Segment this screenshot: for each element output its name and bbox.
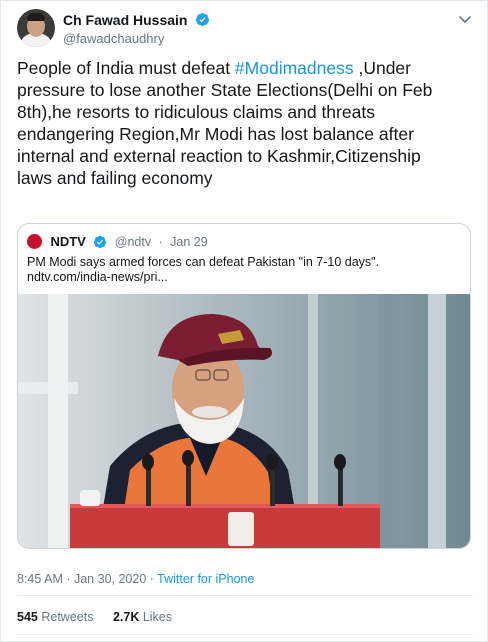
tweet-header: Ch Fawad Hussain @fawadchaudhry xyxy=(17,9,473,49)
hashtag-link[interactable]: #Modimadness xyxy=(235,58,354,78)
divider-bottom xyxy=(17,634,473,635)
tweet-stats: 545 Retweets 2.7K Likes xyxy=(17,610,172,624)
tweet-card: Ch Fawad Hussain @fawadchaudhry People o… xyxy=(0,0,488,642)
tweet-source-link[interactable]: Twitter for iPhone xyxy=(157,572,254,586)
quoted-author-handle: @ndtv xyxy=(114,234,152,249)
quoted-tweet-header: NDTV @ndtv · Jan 29 xyxy=(27,233,208,250)
timestamp-separator-2: · xyxy=(146,572,158,586)
quoted-tweet[interactable]: NDTV @ndtv · Jan 29 PM Modi says armed f… xyxy=(17,223,471,549)
verified-badge-icon xyxy=(94,235,107,248)
tweet-timestamp: 8:45 AM · Jan 30, 2020 · Twitter for iPh… xyxy=(17,572,254,586)
tweet-text: People of India must defeat #Modimadness… xyxy=(17,57,457,189)
quoted-date: Jan 29 xyxy=(170,234,208,249)
likes-stat[interactable]: 2.7K Likes xyxy=(113,610,172,624)
author-handle[interactable]: @fawadchaudhry xyxy=(63,31,210,46)
tweet-date[interactable]: Jan 30, 2020 xyxy=(74,572,146,586)
author-info[interactable]: Ch Fawad Hussain @fawadchaudhry xyxy=(63,11,210,46)
ndtv-avatar xyxy=(27,234,42,250)
chevron-down-icon[interactable] xyxy=(457,11,473,27)
quoted-author-name: NDTV xyxy=(50,234,86,250)
divider xyxy=(17,595,473,596)
quoted-tweet-link[interactable]: ndtv.com/india-news/pri... xyxy=(27,270,168,285)
likes-count: 2.7K xyxy=(112,610,140,624)
retweets-stat[interactable]: 545 Retweets xyxy=(17,610,93,624)
speaker-photo xyxy=(18,294,470,548)
tweet-time[interactable]: 8:45 AM xyxy=(17,572,63,586)
quoted-tweet-text: PM Modi says armed forces can defeat Pak… xyxy=(27,255,380,269)
author-display-name[interactable]: Ch Fawad Hussain xyxy=(63,12,187,28)
retweets-label: Retweets xyxy=(41,610,94,624)
likes-label: Likes xyxy=(142,610,173,624)
timestamp-separator: · xyxy=(62,572,74,586)
quoted-tweet-image[interactable] xyxy=(18,294,470,548)
quoted-separator: · xyxy=(158,234,163,249)
avatar[interactable] xyxy=(17,9,55,47)
retweets-count: 545 xyxy=(17,610,38,624)
verified-badge-icon xyxy=(195,13,209,27)
tweet-text-start: People of India must defeat xyxy=(17,58,235,78)
